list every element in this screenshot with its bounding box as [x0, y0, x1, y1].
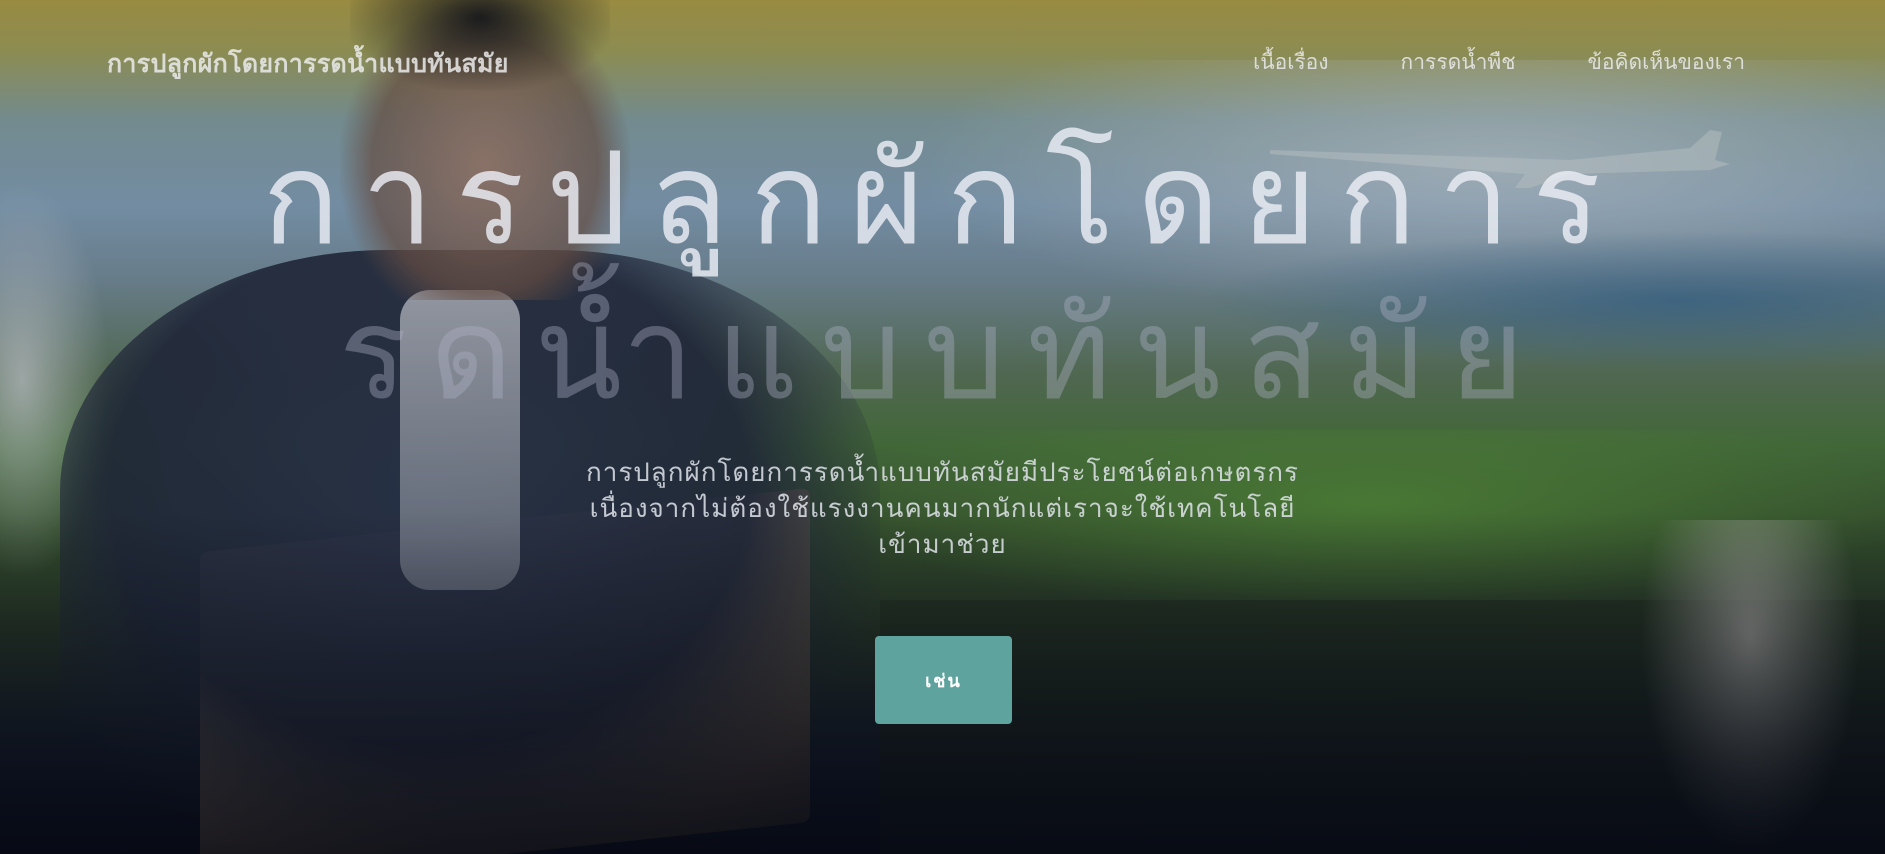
hero-section: การปลูกผักโดยการรดน้ำแบบทันสมัย เนื้อเรื…	[0, 0, 1885, 854]
hero-subtitle: การปลูกผักโดยการรดน้ำแบบทันสมัยมีประโยชน…	[585, 458, 1299, 560]
site-brand-link[interactable]: การปลูกผักโดยการรดน้ำแบบทันสมัย	[107, 44, 509, 84]
example-button[interactable]: เช่น	[875, 636, 1012, 724]
headline-line-2: รดน้ำแบบทันสมัย	[338, 280, 1547, 429]
nav-links: เนื้อเรื่อง การรดน้ำพืช ข้อคิดเห็นของเรา	[1253, 46, 1745, 79]
nav-link-opinions[interactable]: ข้อคิดเห็นของเรา	[1588, 46, 1746, 79]
nav-link-story[interactable]: เนื้อเรื่อง	[1253, 46, 1328, 79]
headline-line-1: การปลูกผักโดยการ	[262, 125, 1623, 274]
nav-link-watering[interactable]: การรดน้ำพืช	[1401, 46, 1516, 79]
hero-headline: การปลูกผักโดยการ รดน้ำแบบทันสมัย	[0, 125, 1885, 430]
top-navigation: การปลูกผักโดยการรดน้ำแบบทันสมัย เนื้อเรื…	[0, 0, 1885, 120]
